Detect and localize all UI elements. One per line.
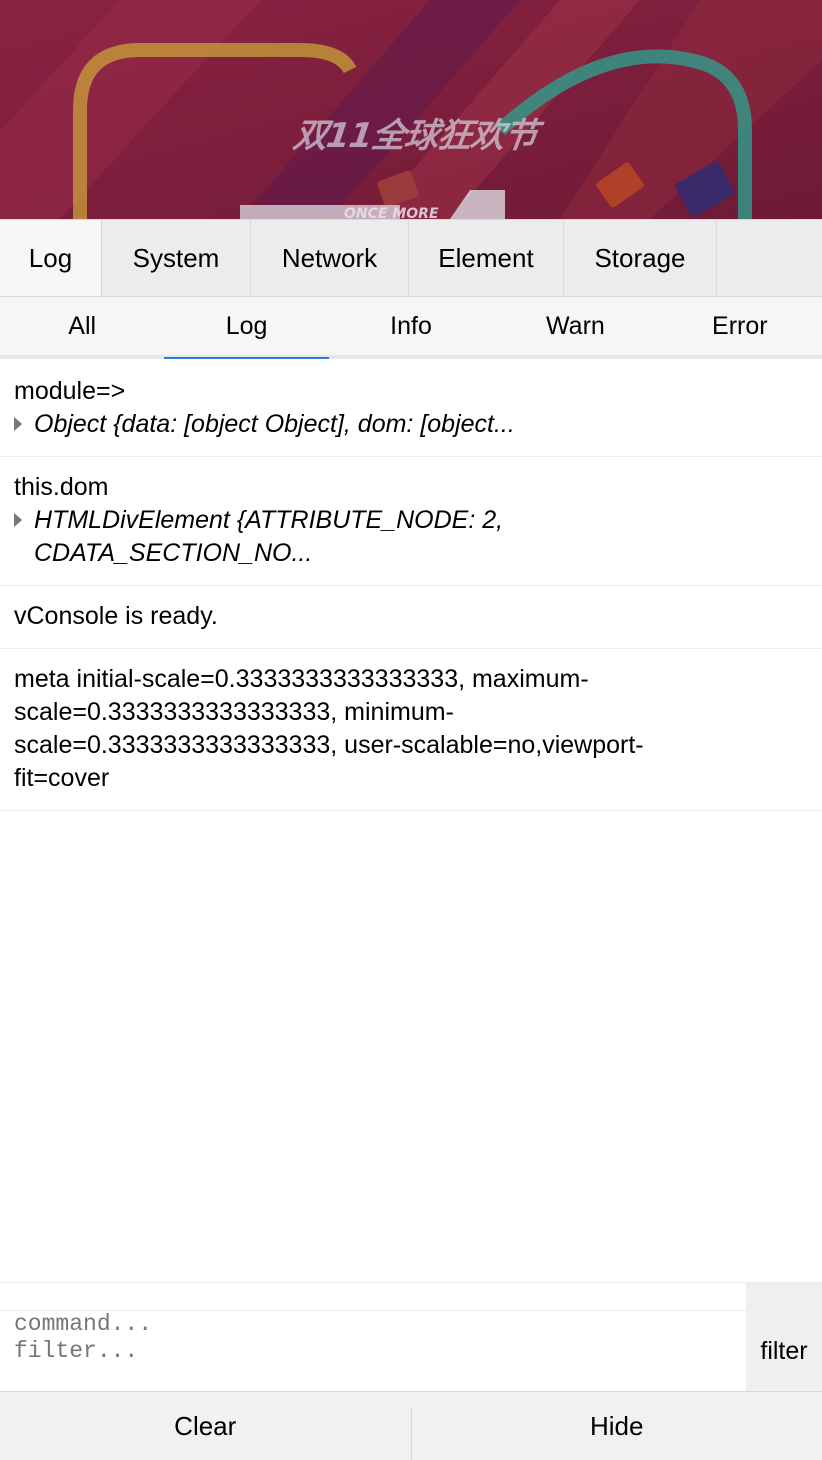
log-type-tabs: All Log Info Warn Error: [0, 297, 822, 359]
clear-button[interactable]: Clear: [0, 1392, 411, 1460]
tab-log[interactable]: Log: [0, 220, 102, 296]
command-input-group: command... filter...: [0, 1310, 746, 1365]
tab-system[interactable]: System: [102, 220, 251, 296]
caret-right-icon[interactable]: [14, 504, 34, 527]
filter-input[interactable]: filter...: [14, 1338, 732, 1365]
command-input[interactable]: command...: [14, 1311, 732, 1338]
log-item: vConsole is ready.: [0, 586, 822, 649]
page-banner: 双11全球狂欢节 ONCE MORE: [0, 0, 822, 219]
banner-title: 双11全球狂欢节: [290, 116, 540, 156]
object-expander[interactable]: HTMLDivElement {ATTRIBUTE_NODE: 2, CDATA…: [14, 504, 808, 570]
log-text: module=>: [14, 377, 126, 405]
subtab-error[interactable]: Error: [658, 297, 822, 355]
subtab-all[interactable]: All: [0, 297, 164, 355]
subtab-info[interactable]: Info: [329, 297, 493, 355]
hide-button[interactable]: Hide: [412, 1392, 822, 1460]
command-area: command... filter... filter: [0, 1282, 822, 1392]
log-list: module=> Object {data: [object Object], …: [0, 361, 822, 811]
log-text: vConsole is ready.: [14, 602, 218, 630]
tab-network[interactable]: Network: [251, 220, 409, 296]
object-expander[interactable]: Object {data: [object Object], dom: [obj…: [14, 408, 808, 441]
object-summary[interactable]: Object {data: [object Object], dom: [obj…: [34, 408, 515, 441]
object-summary[interactable]: HTMLDivElement {ATTRIBUTE_NODE: 2, CDATA…: [34, 504, 554, 570]
tab-element[interactable]: Element: [409, 220, 564, 296]
log-item: meta initial-scale=0.3333333333333333, m…: [0, 649, 822, 811]
log-text: this.dom: [14, 473, 109, 501]
banner-subtitle: ONCE MORE: [344, 206, 439, 219]
subtab-warn[interactable]: Warn: [493, 297, 657, 355]
log-text: meta initial-scale=0.3333333333333333, m…: [14, 665, 644, 792]
log-item: this.dom HTMLDivElement {ATTRIBUTE_NODE:…: [0, 457, 822, 586]
caret-right-icon[interactable]: [14, 408, 34, 431]
main-tab-bar: Log System Network Element Storage: [0, 219, 822, 297]
log-item: module=> Object {data: [object Object], …: [0, 361, 822, 457]
filter-button[interactable]: filter: [746, 1283, 822, 1391]
tab-storage[interactable]: Storage: [564, 220, 717, 296]
bottom-toolbar: Clear Hide: [0, 1391, 822, 1460]
subtab-log[interactable]: Log: [164, 297, 330, 359]
